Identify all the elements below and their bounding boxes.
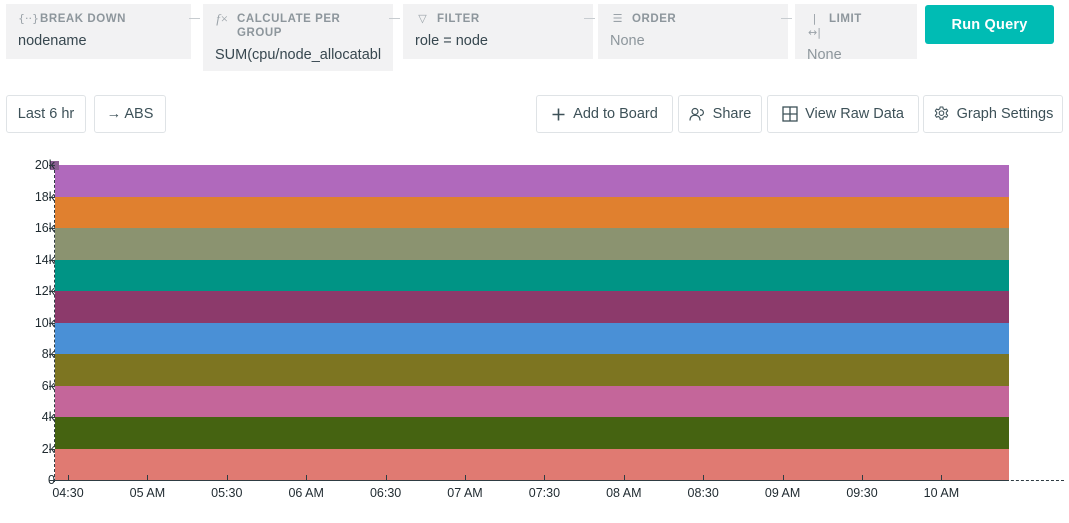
y-axis-tick-mark (49, 291, 55, 292)
query-panel-value: None (807, 46, 905, 64)
abs-label: → ABS (107, 106, 154, 122)
order-icon: ☰ (610, 12, 625, 26)
share-label: Share (713, 106, 752, 122)
chart-action-bar: Last 6 hr → ABS Add to Board Share (0, 95, 1069, 135)
x-axis-tick-mark (624, 475, 625, 481)
query-panel-title: ORDER (632, 12, 676, 26)
graph-settings-button[interactable]: Graph Settings (923, 95, 1063, 133)
y-axis-tick-mark (49, 386, 55, 387)
area-band[interactable] (55, 323, 1009, 355)
y-axis-tick-mark (49, 354, 55, 355)
limit-icon: |↔| (807, 12, 822, 40)
time-range-button[interactable]: Last 6 hr (6, 95, 86, 133)
x-axis-tick-label: 10 AM (924, 486, 959, 500)
filter-icon: ▽ (415, 12, 430, 26)
share-people-icon (689, 107, 706, 122)
x-axis-tick-label: 09:30 (846, 486, 877, 500)
view-raw-data-label: View Raw Data (805, 106, 904, 122)
x-axis-tick-mark (544, 475, 545, 481)
x-axis-tick-mark (941, 475, 942, 481)
query-panel-title: FILTER (437, 12, 480, 26)
x-axis-tick-label: 05 AM (130, 486, 165, 500)
plus-icon (551, 107, 566, 122)
x-axis-tick-mark (227, 475, 228, 481)
query-panel-break-down[interactable]: {··} BREAK DOWN nodename (6, 4, 191, 59)
query-panel-filter[interactable]: ▽ FILTER role = node (403, 4, 593, 59)
area-band[interactable] (55, 228, 1009, 260)
x-axis-tick-label: 04:30 (52, 486, 83, 500)
query-panel-value: None (610, 32, 776, 50)
breakdown-icon: {··} (18, 12, 33, 26)
query-panel-limit[interactable]: |↔|LIMITNone (795, 4, 917, 59)
x-axis-tick-mark (147, 475, 148, 481)
graph-settings-label: Graph Settings (957, 106, 1054, 122)
grid-table-icon (782, 106, 798, 122)
panel-connector-dash (389, 18, 400, 19)
area-band[interactable] (55, 260, 1009, 292)
time-range-label: Last 6 hr (18, 106, 74, 122)
area-band[interactable] (55, 417, 1009, 449)
x-axis-tick-mark (862, 475, 863, 481)
plot-area[interactable] (55, 165, 1009, 480)
area-band[interactable] (55, 197, 1009, 229)
query-builder-bar: {··} BREAK DOWN nodename f× CALCULATE PER GR… (0, 0, 1069, 76)
gear-icon (933, 106, 950, 123)
query-panel-title: LIMIT (829, 12, 862, 26)
function-icon: f× (215, 12, 230, 26)
query-panel-value: role = node (415, 32, 581, 50)
view-raw-data-button[interactable]: View Raw Data (767, 95, 919, 133)
panel-connector-dash (189, 18, 200, 19)
y-axis-tick-mark (49, 417, 55, 418)
area-band[interactable] (55, 386, 1009, 418)
share-button[interactable]: Share (678, 95, 762, 133)
query-panel-order[interactable]: ☰ ORDER None (598, 4, 788, 59)
y-axis-tick-mark (49, 323, 55, 324)
y-axis-tick-mark (49, 197, 55, 198)
x-axis-tick-mark (783, 475, 784, 481)
query-panel-title: CALCULATE PER GROUP (237, 12, 381, 40)
y-axis-tick-mark (49, 228, 55, 229)
x-axis-tick-mark (465, 475, 466, 481)
x-axis-tick-label: 07:30 (529, 486, 560, 500)
stacked-area-chart[interactable]: 20k18k16k14k12k10k8k6k4k2k004:3005 AM05:… (0, 150, 1069, 523)
add-to-board-button[interactable]: Add to Board (536, 95, 673, 133)
panel-connector-dash (781, 18, 792, 19)
x-axis-tick-mark (386, 475, 387, 481)
y-axis-tick-mark (49, 165, 55, 166)
x-axis-tick-mark (306, 475, 307, 481)
y-axis-tick-mark (49, 480, 55, 481)
query-panel-calculate-per-group[interactable]: f× CALCULATE PER GROUP SUM(cpu/node_alloca… (203, 4, 393, 71)
x-axis-tick-label: 06 AM (288, 486, 323, 500)
x-axis-tick-label: 05:30 (211, 486, 242, 500)
panel-connector-dash (584, 18, 595, 19)
x-axis-tick-label: 06:30 (370, 486, 401, 500)
add-to-board-label: Add to Board (573, 106, 658, 122)
x-axis-tick-label: 08 AM (606, 486, 641, 500)
x-axis-tick-mark (68, 475, 69, 481)
x-axis-extension-dashed (54, 480, 1064, 481)
x-axis-tick-mark (703, 475, 704, 481)
x-axis-tick-label: 07 AM (447, 486, 482, 500)
absolute-time-button[interactable]: → ABS (94, 95, 166, 133)
x-axis-tick-label: 08:30 (688, 486, 719, 500)
query-panel-value: nodename (18, 32, 179, 50)
area-band[interactable] (55, 354, 1009, 386)
run-query-button[interactable]: Run Query (925, 5, 1054, 44)
x-axis-tick-label: 09 AM (765, 486, 800, 500)
area-band[interactable] (55, 449, 1009, 481)
y-axis-tick-mark (49, 260, 55, 261)
area-band[interactable] (55, 165, 1009, 197)
area-band[interactable] (55, 291, 1009, 323)
query-panel-title: BREAK DOWN (40, 12, 126, 26)
y-axis-tick-mark (49, 449, 55, 450)
query-panel-value: SUM(cpu/node_allocatable (215, 46, 381, 64)
